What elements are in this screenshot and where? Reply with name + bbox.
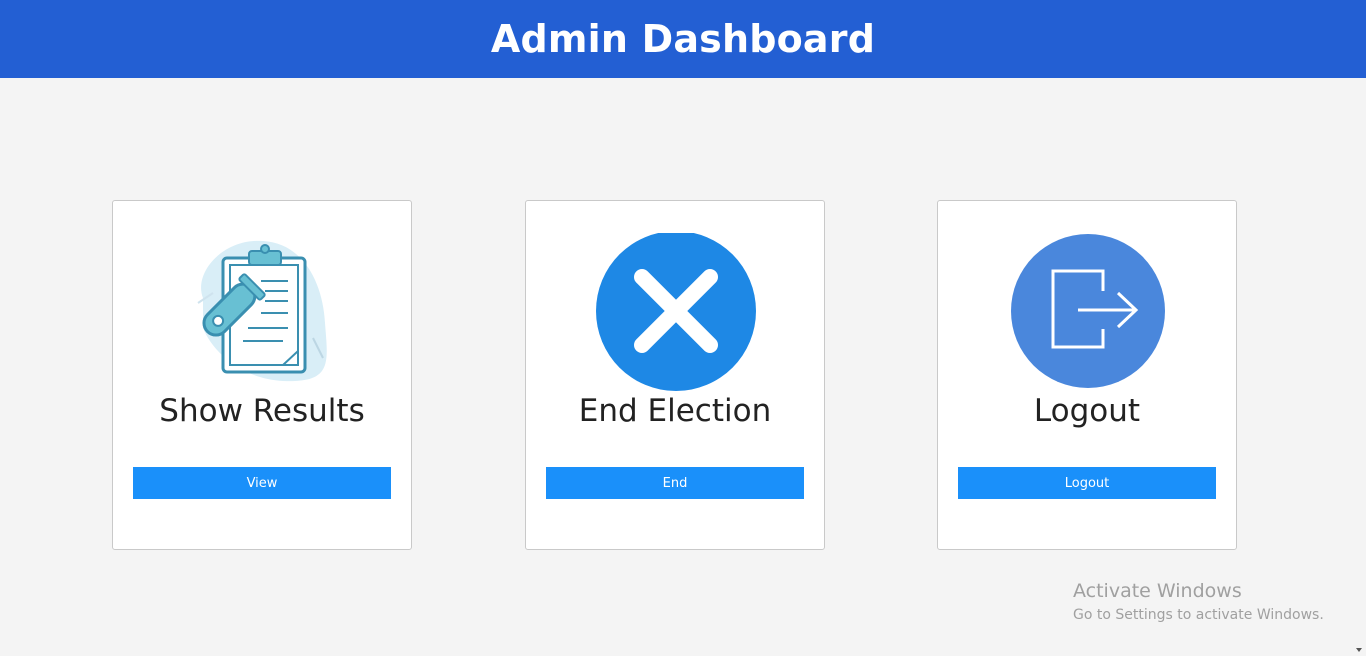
- logout-title: Logout: [1033, 393, 1141, 429]
- scroll-down-icon[interactable]: [1356, 648, 1362, 652]
- show-results-title: Show Results: [159, 393, 365, 429]
- clipboard-test-tube-icon: [183, 233, 343, 391]
- view-button[interactable]: View: [133, 467, 391, 499]
- watermark-title: Activate Windows: [1073, 580, 1242, 602]
- end-election-card: End Election End: [525, 200, 825, 550]
- activate-windows-watermark: Activate Windows Go to Settings to activ…: [1073, 580, 1324, 623]
- close-circle-icon: [596, 231, 756, 391]
- logout-icon: [1008, 233, 1168, 391]
- end-button[interactable]: End: [546, 467, 804, 499]
- end-election-title: End Election: [578, 393, 772, 429]
- logout-button[interactable]: Logout: [958, 467, 1216, 499]
- watermark-subtitle: Go to Settings to activate Windows.: [1073, 607, 1324, 623]
- page-title: Admin Dashboard: [490, 17, 876, 61]
- logout-card: Logout Logout: [937, 200, 1237, 550]
- header-bar: Admin Dashboard: [0, 0, 1366, 78]
- show-results-card: Show Results View: [112, 200, 412, 550]
